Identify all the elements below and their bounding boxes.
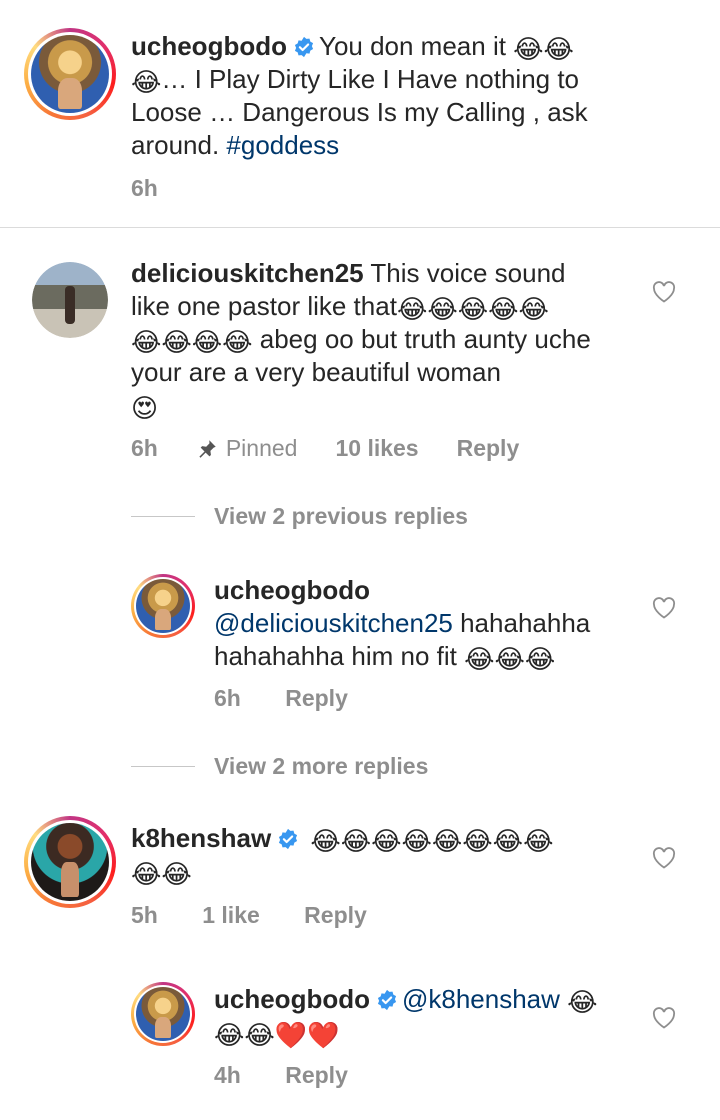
caption-meta: 6h <box>131 175 196 202</box>
reply1-avatar[interactable] <box>131 574 195 638</box>
caption-time: 6h <box>131 175 158 201</box>
comment1-reply-button[interactable]: Reply <box>457 435 520 462</box>
reply2-reply-button[interactable]: Reply <box>285 1062 348 1088</box>
pin-icon <box>199 439 216 458</box>
comment2-time: 5h <box>131 902 158 928</box>
verified-badge-icon <box>294 36 314 58</box>
profile-photo-icon <box>32 262 108 338</box>
laughing-emoji-icon: 😂😂 <box>131 860 192 890</box>
mention-link[interactable]: @k8henshaw <box>402 984 560 1014</box>
profile-photo-icon <box>136 987 190 1041</box>
laughing-heart-emoji-icon: 😂😂❤️❤️ <box>214 1021 340 1051</box>
caption-divider <box>0 227 720 228</box>
view-more-replies-button[interactable]: View 2 more replies <box>214 753 428 780</box>
comment2-avatar[interactable] <box>24 816 116 908</box>
laughing-emoji-icon: 😂😂😂 <box>464 645 556 675</box>
profile-photo-icon <box>31 35 109 113</box>
view-previous-replies-button[interactable]: View 2 previous replies <box>214 503 468 530</box>
hashtag-link[interactable]: #goddess <box>226 130 339 160</box>
comment1-avatar[interactable] <box>32 262 108 338</box>
pinned-label: Pinned <box>225 435 298 461</box>
comment1-username[interactable]: deliciouskitchen25 <box>131 258 364 288</box>
laughing-emoji-icon: 😂😂😂😂 <box>131 328 253 358</box>
heart-eyes-emoji-icon: 😍 <box>131 394 159 424</box>
reply2-username[interactable]: ucheogbodo <box>214 984 370 1014</box>
like-heart-icon[interactable] <box>652 847 676 869</box>
laughing-emoji-icon: 😂 <box>567 988 598 1018</box>
laughing-emoji-icon: 😂😂 <box>513 35 574 65</box>
like-heart-icon[interactable] <box>652 1007 676 1029</box>
caption-text-a: You don mean it <box>318 31 514 61</box>
reply1-time: 6h <box>214 685 241 711</box>
view-more-line <box>131 766 195 767</box>
laughing-emoji-icon: 😂😂😂😂😂😂😂😂 <box>310 827 554 857</box>
reply2-time: 4h <box>214 1062 241 1088</box>
reply2-text: ucheogbodo @k8henshaw 😂 😂😂❤️❤️ <box>214 983 634 1049</box>
profile-photo-icon <box>136 579 190 633</box>
caption-avatar[interactable] <box>24 28 116 120</box>
mention-link[interactable]: @deliciouskitchen25 <box>214 608 453 638</box>
reply2-avatar[interactable] <box>131 982 195 1046</box>
like-heart-icon[interactable] <box>652 281 676 303</box>
caption-username[interactable]: ucheogbodo <box>131 31 287 61</box>
comment2-text: k8henshaw 😂😂😂😂😂😂😂😂 😂😂 <box>131 822 611 888</box>
verified-badge-icon <box>279 828 298 850</box>
laughing-emoji-icon: 😂 <box>131 68 162 98</box>
comment1-likes[interactable]: 10 likes <box>335 435 418 462</box>
reply2-meta: 4h Reply <box>214 1062 386 1089</box>
like-heart-icon[interactable] <box>652 597 676 619</box>
reply1-text: ucheogbodo @deliciouskitchen25 hahahahha… <box>214 574 624 673</box>
comment1-meta: 6h Pinned 10 likes Reply <box>131 435 557 462</box>
caption-text: ucheogbodo You don mean it 😂😂 😂… I Play D… <box>131 30 631 162</box>
comment2-likes[interactable]: 1 like <box>202 902 260 928</box>
reply1-meta: 6h Reply <box>214 685 386 712</box>
comment2-reply-button[interactable]: Reply <box>304 902 367 928</box>
comment1-time: 6h <box>131 435 158 461</box>
view-previous-line <box>131 516 195 517</box>
caption-text-b: … I Play Dirty Like I Have nothing to Lo… <box>131 64 588 160</box>
reply1-username[interactable]: ucheogbodo <box>214 575 370 605</box>
laughing-emoji-icon: 😂😂😂😂😂 <box>396 295 549 325</box>
comment1-text: deliciouskitchen25 This voice sound like… <box>131 257 601 422</box>
reply1-reply-button[interactable]: Reply <box>285 685 348 711</box>
comment2-username[interactable]: k8henshaw <box>131 823 271 853</box>
verified-badge-icon <box>377 989 397 1011</box>
profile-photo-icon <box>31 823 109 901</box>
comment2-meta: 5h 1 like Reply <box>131 902 405 929</box>
